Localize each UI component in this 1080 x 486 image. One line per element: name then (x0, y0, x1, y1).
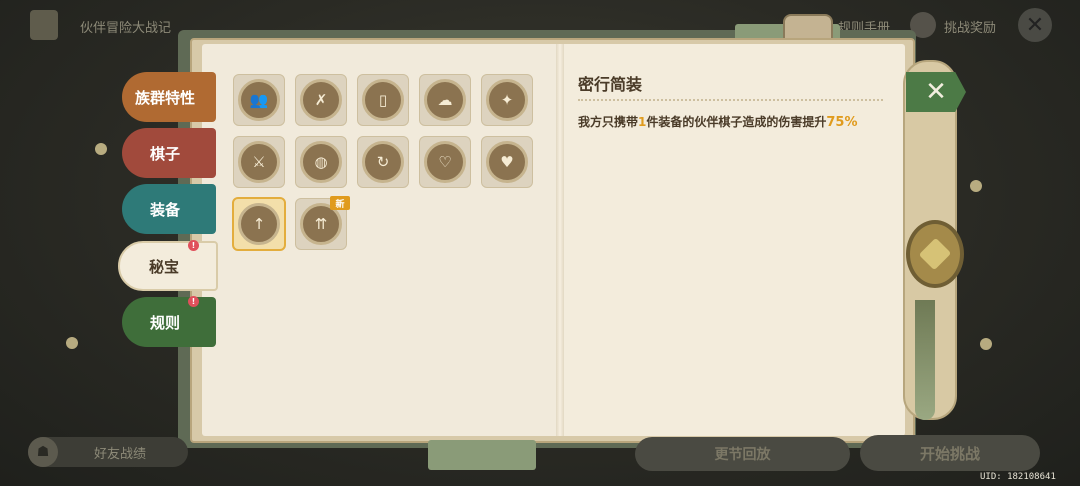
treasure-slot[interactable]: ☁ (419, 74, 471, 126)
tassel-decoration (915, 300, 935, 420)
replay-button[interactable]: 更节回放 (635, 437, 850, 471)
glow-dot (66, 337, 78, 349)
user-id: UID: 182108641 (980, 472, 1056, 482)
clouds-icon: ☁ (424, 79, 466, 121)
new-badge: 新 (330, 196, 350, 210)
treasure-slot[interactable]: ⚔ (233, 136, 285, 188)
tab-equipment[interactable]: 装备 (122, 184, 216, 234)
friends-icon: ☗ (28, 437, 58, 467)
cards-icon: ▯ (362, 79, 404, 121)
treasure-slot[interactable]: ◍ (295, 136, 347, 188)
desc-percent: 75% (826, 115, 858, 130)
heart-icon: ♥ (486, 141, 528, 183)
close-panel-button[interactable]: ✕ (906, 72, 966, 112)
card-cross-icon: ✗ (300, 79, 342, 121)
desc-middle: 件装备的伙伴棋子造成的伤害提升 (646, 115, 827, 129)
alert-badge: ! (188, 240, 199, 251)
start-challenge-button[interactable]: 开始挑战 (860, 435, 1040, 471)
tab-race-traits[interactable]: 族群特性 (122, 72, 216, 122)
tab-label: 族群特性 (134, 88, 195, 107)
tab-pieces[interactable]: 棋子 (122, 128, 216, 178)
treasure-slot[interactable]: ♥ (481, 136, 533, 188)
desc-prefix: 我方只携带 (578, 115, 639, 129)
close-button[interactable]: ✕ (1018, 8, 1052, 42)
tab-label: 棋子 (149, 144, 180, 163)
sword-icon: ⚔ (238, 141, 280, 183)
treasure-title: 密行简装 (578, 75, 643, 94)
treasure-slot-selected[interactable]: ↑ (232, 197, 286, 251)
glow-dot (95, 143, 107, 155)
tab-label: 装备 (149, 200, 180, 219)
tab-secret-treasure[interactable]: 秘宝 (118, 241, 218, 291)
alert-badge: ! (188, 296, 199, 307)
compass-gem (918, 237, 952, 271)
treasure-slot[interactable]: ↻ (357, 136, 409, 188)
treasure-slot[interactable]: ▯ (357, 74, 409, 126)
treasure-slot[interactable]: 👥 (233, 74, 285, 126)
badge-icon: ✦ (486, 79, 528, 121)
detail-page (560, 44, 905, 436)
book-spine (556, 44, 564, 436)
book-bottom-clasp (428, 440, 536, 470)
tab-label: 秘宝 (148, 257, 179, 276)
treasure-description: 我方只携带1件装备的伙伴棋子造成的伤害提升75% (578, 113, 858, 130)
tab-label: 规则 (149, 313, 180, 332)
title-divider (578, 99, 883, 101)
treasure-slot[interactable]: ✦ (481, 74, 533, 126)
lantern-icon (30, 10, 58, 40)
broken-heart-icon: ♡ (424, 141, 466, 183)
glow-dot (970, 180, 982, 192)
single-up-icon: ↑ (238, 203, 280, 245)
tab-rules[interactable]: 规则 (122, 297, 216, 347)
group-icon: 👥 (238, 79, 280, 121)
glow-dot (980, 338, 992, 350)
friend-record-label: 好友战绩 (94, 446, 147, 462)
game-title: 伙伴冒险大战记 (80, 21, 172, 36)
challenge-reward-link[interactable]: 挑战奖励 (944, 17, 996, 36)
compass-icon (906, 220, 964, 288)
money-bag-icon: ◍ (300, 141, 342, 183)
treasure-slot[interactable]: ✗ (295, 74, 347, 126)
treasure-slot[interactable]: ♡ (419, 136, 471, 188)
friend-record-button[interactable]: ☗ 好友战绩 (28, 437, 188, 467)
refresh-icon: ↻ (362, 141, 404, 183)
